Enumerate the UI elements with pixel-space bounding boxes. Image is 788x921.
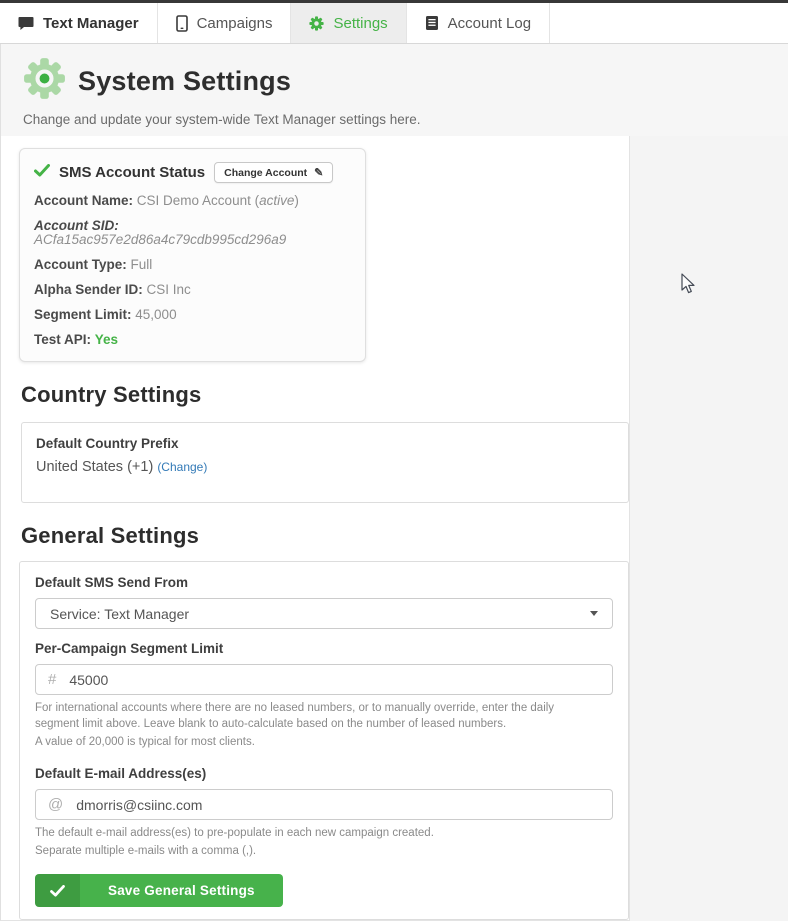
change-account-label: Change Account — [224, 167, 307, 179]
country-prefix-value: United States (+1) — [36, 459, 153, 475]
alpha-sender-value: CSI Inc — [147, 282, 191, 297]
system-settings-gear-icon — [23, 57, 66, 105]
comment-icon — [18, 16, 34, 31]
segment-limit-value: 45,000 — [135, 307, 176, 322]
account-type-row: Account Type: Full — [34, 258, 351, 272]
account-sid-row: Account SID: ACfa15ac957e2d86a4c79cdb995… — [34, 219, 351, 247]
mobile-icon — [176, 15, 188, 32]
content-pane: SMS Account Status Change Account ✎ Acco… — [0, 136, 630, 921]
default-country-prefix-label: Default Country Prefix — [36, 436, 614, 451]
segment-limit-row: Segment Limit: 45,000 — [34, 308, 351, 322]
segment-limit-input[interactable] — [67, 671, 600, 689]
email-help: The default e-mail address(es) to pre-po… — [35, 825, 595, 841]
tab-text-manager[interactable]: Text Manager — [0, 3, 158, 43]
check-icon — [35, 874, 80, 907]
account-name-value: CSI Demo Account ( — [137, 193, 259, 208]
segment-limit-label: Segment Limit: — [34, 307, 132, 322]
tab-account-log[interactable]: Account Log — [407, 3, 550, 43]
sms-card-title: SMS Account Status — [59, 164, 205, 181]
test-api-row: Test API: Yes — [34, 333, 351, 347]
save-general-settings-button[interactable]: Save General Settings — [35, 874, 283, 907]
default-sms-send-from-label: Default SMS Send From — [35, 575, 613, 590]
save-button-label: Save General Settings — [80, 874, 283, 907]
email-help-2: Separate multiple e-mails with a comma (… — [35, 843, 595, 859]
gear-icon — [309, 16, 324, 31]
country-settings-card: Default Country Prefix United States (+1… — [21, 422, 629, 503]
page-header: System Settings Change and update your s… — [0, 44, 788, 136]
mouse-cursor — [681, 273, 697, 300]
email-input[interactable] — [74, 796, 600, 814]
tab-label: Account Log — [448, 15, 531, 32]
segment-limit-input-group: # — [35, 664, 613, 695]
account-status-value: active — [259, 193, 294, 208]
page-title: System Settings — [78, 66, 291, 97]
pencil-icon: ✎ — [314, 166, 323, 179]
hash-icon: # — [48, 671, 56, 688]
alpha-sender-label: Alpha Sender ID: — [34, 282, 143, 297]
tab-label: Text Manager — [43, 15, 139, 32]
chevron-down-icon — [590, 611, 598, 616]
test-api-label: Test API: — [34, 332, 91, 347]
segment-limit-help-2: A value of 20,000 is typical for most cl… — [35, 734, 595, 750]
change-account-button[interactable]: Change Account ✎ — [214, 162, 333, 183]
tab-settings[interactable]: Settings — [291, 3, 406, 43]
alpha-sender-row: Alpha Sender ID: CSI Inc — [34, 283, 351, 297]
email-input-group: @ — [35, 789, 613, 820]
account-sid-label: Account SID: — [34, 218, 119, 233]
account-type-value: Full — [131, 257, 153, 272]
sms-send-from-select[interactable]: Service: Text Manager — [35, 598, 613, 629]
book-icon — [425, 15, 439, 31]
tab-campaigns[interactable]: Campaigns — [158, 3, 292, 43]
country-settings-heading: Country Settings — [21, 382, 629, 408]
test-api-value: Yes — [95, 332, 118, 347]
account-type-label: Account Type: — [34, 257, 127, 272]
segment-limit-help: For international accounts where there a… — [35, 700, 595, 732]
account-name-row: Account Name: CSI Demo Account (active) — [34, 194, 351, 208]
per-campaign-segment-limit-label: Per-Campaign Segment Limit — [35, 641, 613, 656]
check-icon — [34, 164, 50, 182]
tab-label: Settings — [333, 15, 387, 32]
at-sign-icon: @ — [48, 796, 63, 813]
general-settings-heading: General Settings — [21, 523, 629, 549]
default-email-label: Default E-mail Address(es) — [35, 766, 613, 781]
sms-send-from-value: Service: Text Manager — [50, 606, 189, 622]
tab-label: Campaigns — [197, 15, 273, 32]
sms-account-status-card: SMS Account Status Change Account ✎ Acco… — [19, 148, 366, 362]
change-country-link[interactable]: (Change) — [157, 460, 207, 474]
account-name-label: Account Name: — [34, 193, 133, 208]
page-subtitle: Change and update your system-wide Text … — [23, 112, 768, 127]
general-settings-card: Default SMS Send From Service: Text Mana… — [19, 561, 629, 920]
account-sid-value: ACfa15ac957e2d86a4c79cdb995cd296a9 — [34, 232, 286, 247]
tab-bar: Text Manager Campaigns Settings — [0, 3, 788, 44]
